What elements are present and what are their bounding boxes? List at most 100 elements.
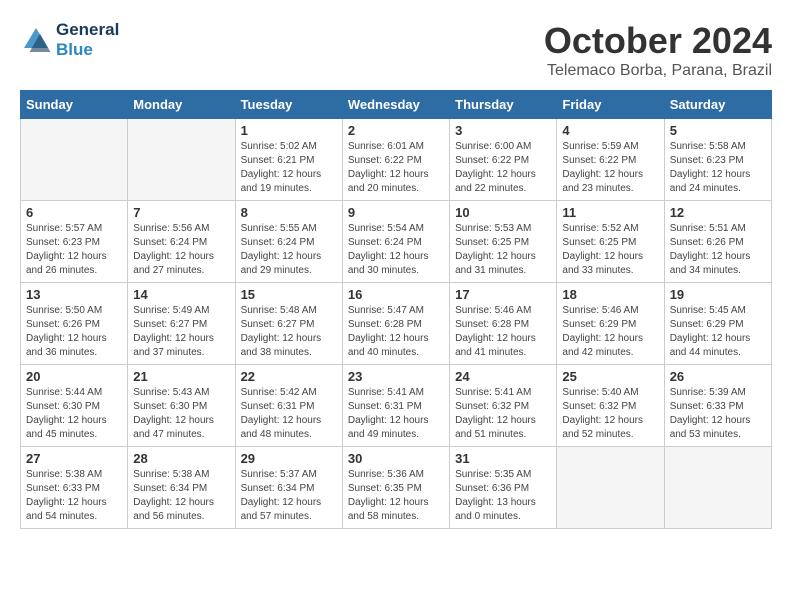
day-info: Sunrise: 5:50 AMSunset: 6:26 PMDaylight:… (26, 304, 122, 360)
day-cell: 23 Sunrise: 5:41 AMSunset: 6:31 PMDayligh… (342, 365, 449, 447)
day-cell: 16 Sunrise: 5:47 AMSunset: 6:28 PMDayligh… (342, 283, 449, 365)
day-info: Sunrise: 5:41 AMSunset: 6:31 PMDaylight:… (348, 386, 444, 442)
week-row-4: 20 Sunrise: 5:44 AMSunset: 6:30 PMDayligh… (21, 365, 772, 447)
day-info: Sunrise: 5:37 AMSunset: 6:34 PMDaylight:… (241, 468, 337, 524)
day-cell: 19 Sunrise: 5:45 AMSunset: 6:29 PMDayligh… (664, 283, 771, 365)
day-cell: 18 Sunrise: 5:46 AMSunset: 6:29 PMDayligh… (557, 283, 664, 365)
col-header-tuesday: Tuesday (235, 91, 342, 119)
day-info: Sunrise: 5:40 AMSunset: 6:32 PMDaylight:… (562, 386, 658, 442)
day-cell: 27 Sunrise: 5:38 AMSunset: 6:33 PMDayligh… (21, 447, 128, 529)
day-cell: 8Sunrise: 5:55 AMSunset: 6:24 PMDaylight… (235, 201, 342, 283)
day-cell (557, 447, 664, 529)
day-number: 23 (348, 369, 444, 384)
day-cell: 5 Sunrise: 5:58 AMSunset: 6:23 PMDaylight… (664, 119, 771, 201)
day-info: Sunrise: 5:35 AMSunset: 6:36 PMDaylight:… (455, 468, 551, 524)
day-cell: 12 Sunrise: 5:51 AMSunset: 6:26 PMDayligh… (664, 201, 771, 283)
day-info: Sunrise: 5:41 AMSunset: 6:32 PMDaylight:… (455, 386, 551, 442)
day-cell: 22 Sunrise: 5:42 AMSunset: 6:31 PMDayligh… (235, 365, 342, 447)
col-header-saturday: Saturday (664, 91, 771, 119)
logo-icon (20, 24, 52, 56)
logo: General Blue (20, 20, 119, 59)
day-info: Sunrise: 5:39 AMSunset: 6:33 PMDaylight:… (670, 386, 766, 442)
day-info: Sunrise: 5:44 AMSunset: 6:30 PMDaylight:… (26, 386, 122, 442)
day-info: Sunrise: 5:46 AMSunset: 6:28 PMDaylight:… (455, 304, 551, 360)
day-info: Sunrise: 5:47 AMSunset: 6:28 PMDaylight:… (348, 304, 444, 360)
day-number: 20 (26, 369, 122, 384)
day-cell: 30 Sunrise: 5:36 AMSunset: 6:35 PMDayligh… (342, 447, 449, 529)
day-cell: 26 Sunrise: 5:39 AMSunset: 6:33 PMDayligh… (664, 365, 771, 447)
day-number: 30 (348, 451, 444, 466)
day-number: 5 (670, 123, 766, 138)
day-info: Sunrise: 5:46 AMSunset: 6:29 PMDaylight:… (562, 304, 658, 360)
col-header-wednesday: Wednesday (342, 91, 449, 119)
day-number: 17 (455, 287, 551, 302)
day-cell: 28Sunrise: 5:38 AMSunset: 6:34 PMDayligh… (128, 447, 235, 529)
day-info: Sunrise: 5:49 AMSunset: 6:27 PMDaylight:… (133, 304, 229, 360)
day-cell: 21 Sunrise: 5:43 AMSunset: 6:30 PMDayligh… (128, 365, 235, 447)
day-info: Sunrise: 5:51 AMSunset: 6:26 PMDaylight:… (670, 222, 766, 278)
day-info: Sunrise: 6:00 AMSunset: 6:22 PMDaylight:… (455, 140, 551, 196)
day-number: 9 (348, 205, 444, 220)
week-row-5: 27 Sunrise: 5:38 AMSunset: 6:33 PMDayligh… (21, 447, 772, 529)
day-info: Sunrise: 5:36 AMSunset: 6:35 PMDaylight:… (348, 468, 444, 524)
day-number: 27 (26, 451, 122, 466)
day-info: Sunrise: 5:59 AMSunset: 6:22 PMDaylight:… (562, 140, 658, 196)
day-cell (21, 119, 128, 201)
day-info: Sunrise: 5:55 AMSunset: 6:24 PMDaylight:… (241, 222, 337, 278)
day-cell: 11 Sunrise: 5:52 AMSunset: 6:25 PMDayligh… (557, 201, 664, 283)
logo-text-general: General (56, 20, 119, 40)
day-cell (128, 119, 235, 201)
week-row-3: 13 Sunrise: 5:50 AMSunset: 6:26 PMDayligh… (21, 283, 772, 365)
day-cell: 15 Sunrise: 5:48 AMSunset: 6:27 PMDayligh… (235, 283, 342, 365)
day-number: 16 (348, 287, 444, 302)
day-number: 15 (241, 287, 337, 302)
day-info: Sunrise: 5:57 AMSunset: 6:23 PMDaylight:… (26, 222, 122, 278)
day-info: Sunrise: 5:45 AMSunset: 6:29 PMDaylight:… (670, 304, 766, 360)
day-number: 24 (455, 369, 551, 384)
day-info: Sunrise: 5:48 AMSunset: 6:27 PMDaylight:… (241, 304, 337, 360)
day-info: Sunrise: 5:54 AMSunset: 6:24 PMDaylight:… (348, 222, 444, 278)
day-number: 3 (455, 123, 551, 138)
day-number: 12 (670, 205, 766, 220)
day-cell: 4 Sunrise: 5:59 AMSunset: 6:22 PMDaylight… (557, 119, 664, 201)
day-number: 18 (562, 287, 658, 302)
day-cell: 10Sunrise: 5:53 AMSunset: 6:25 PMDayligh… (450, 201, 557, 283)
day-number: 6 (26, 205, 122, 220)
day-number: 26 (670, 369, 766, 384)
day-number: 4 (562, 123, 658, 138)
day-number: 2 (348, 123, 444, 138)
col-header-sunday: Sunday (21, 91, 128, 119)
day-info: Sunrise: 5:38 AMSunset: 6:34 PMDaylight:… (133, 468, 229, 524)
day-info: Sunrise: 5:53 AMSunset: 6:25 PMDaylight:… (455, 222, 551, 278)
week-row-2: 6 Sunrise: 5:57 AMSunset: 6:23 PMDaylight… (21, 201, 772, 283)
day-number: 22 (241, 369, 337, 384)
day-cell: 25 Sunrise: 5:40 AMSunset: 6:32 PMDayligh… (557, 365, 664, 447)
day-number: 11 (562, 205, 658, 220)
col-header-friday: Friday (557, 91, 664, 119)
day-number: 13 (26, 287, 122, 302)
day-cell: 31 Sunrise: 5:35 AMSunset: 6:36 PMDayligh… (450, 447, 557, 529)
day-cell (664, 447, 771, 529)
day-cell: 6 Sunrise: 5:57 AMSunset: 6:23 PMDaylight… (21, 201, 128, 283)
day-number: 21 (133, 369, 229, 384)
day-info: Sunrise: 5:42 AMSunset: 6:31 PMDaylight:… (241, 386, 337, 442)
month-title: October 2024 (544, 20, 772, 62)
day-cell: 20 Sunrise: 5:44 AMSunset: 6:30 PMDayligh… (21, 365, 128, 447)
day-number: 25 (562, 369, 658, 384)
day-number: 7 (133, 205, 229, 220)
day-number: 19 (670, 287, 766, 302)
day-info: Sunrise: 5:56 AMSunset: 6:24 PMDaylight:… (133, 222, 229, 278)
day-cell: 13 Sunrise: 5:50 AMSunset: 6:26 PMDayligh… (21, 283, 128, 365)
day-info: Sunrise: 5:38 AMSunset: 6:33 PMDaylight:… (26, 468, 122, 524)
day-info: Sunrise: 5:52 AMSunset: 6:25 PMDaylight:… (562, 222, 658, 278)
day-cell: 7 Sunrise: 5:56 AMSunset: 6:24 PMDaylight… (128, 201, 235, 283)
day-info: Sunrise: 6:01 AMSunset: 6:22 PMDaylight:… (348, 140, 444, 196)
week-row-1: 1Sunrise: 5:02 AMSunset: 6:21 PMDaylight… (21, 119, 772, 201)
day-cell: 2 Sunrise: 6:01 AMSunset: 6:22 PMDaylight… (342, 119, 449, 201)
day-info: Sunrise: 5:43 AMSunset: 6:30 PMDaylight:… (133, 386, 229, 442)
day-info: Sunrise: 5:58 AMSunset: 6:23 PMDaylight:… (670, 140, 766, 196)
day-number: 31 (455, 451, 551, 466)
day-cell: 17 Sunrise: 5:46 AMSunset: 6:28 PMDayligh… (450, 283, 557, 365)
day-cell: 1Sunrise: 5:02 AMSunset: 6:21 PMDaylight… (235, 119, 342, 201)
col-header-monday: Monday (128, 91, 235, 119)
